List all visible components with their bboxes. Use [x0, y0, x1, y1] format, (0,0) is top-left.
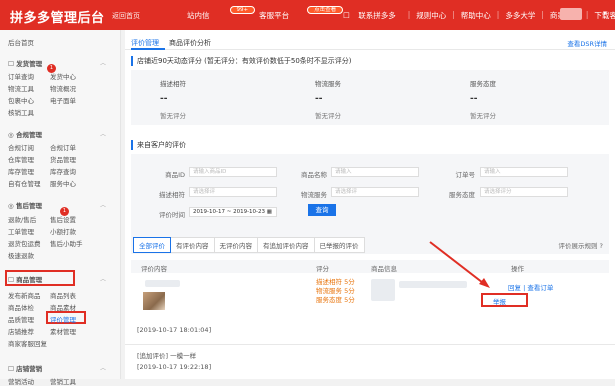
sidebar-item[interactable]: 合规订阅	[8, 142, 34, 152]
filter-all[interactable]: 全部评价	[133, 237, 171, 253]
chevron-down-icon[interactable]: ▾	[603, 9, 607, 17]
sidebar-item[interactable]: 物流概况	[50, 83, 76, 93]
sidebar-item[interactable]: 商品列表	[50, 290, 76, 300]
sidebar-section-shop[interactable]: ☐ 店铺营销	[8, 363, 42, 373]
nav-rules[interactable]: 规则中心	[410, 10, 452, 21]
sidebar-item[interactable]: 商家客服回复	[8, 338, 47, 348]
back-home-link[interactable]: 返回首页	[112, 11, 140, 21]
nav-contact[interactable]: ☐ 联系拼多多	[337, 10, 408, 21]
sidebar-item[interactable]: 售后小助手	[50, 238, 83, 248]
nav-help[interactable]: 帮助中心	[455, 10, 497, 21]
sidebar-item[interactable]: 自有仓管理	[8, 178, 41, 188]
sidebar-item[interactable]: 营销工具	[50, 376, 76, 386]
sidebar-item[interactable]: 合规订单	[50, 142, 76, 152]
sidebar-item[interactable]: 发布新商品	[8, 290, 41, 300]
nav-messages[interactable]: 站内信99+	[175, 6, 256, 21]
append-time: [2019-10-17 19:22:18]	[137, 363, 212, 371]
nav-download[interactable]: 下载客户端	[588, 10, 615, 21]
nav-university[interactable]: 多多大学	[499, 10, 541, 21]
top-bar: 拼多多管理后台 返回首页 站内信99+ 客服平台点击查看 ☐ 联系拼多多 | 规…	[0, 0, 615, 30]
sidebar-item[interactable]: 品质管理	[8, 314, 34, 324]
chevron-up-icon[interactable]: ︿	[100, 200, 106, 209]
sidebar-item[interactable]: 库存管理	[8, 166, 34, 176]
sidebar-item[interactable]: 售后设置	[50, 214, 76, 224]
sidebar-section-ship[interactable]: ☐ 发货管理	[8, 58, 42, 68]
chevron-up-icon[interactable]: ︿	[100, 274, 106, 283]
sidebar-item[interactable]: 物流工具	[8, 83, 34, 93]
sidebar-item[interactable]: 工单管理	[8, 226, 34, 236]
sidebar-item[interactable]: 订单查询	[8, 71, 34, 81]
brand-logo[interactable]: 拼多多管理后台	[10, 7, 105, 26]
sidebar-section-goods[interactable]: ☐ 商品管理	[8, 274, 42, 284]
sidebar-item-home[interactable]: 后台首页	[8, 37, 34, 47]
sidebar-section-after[interactable]: ◎ 售后管理	[8, 200, 42, 210]
nav-customer-service[interactable]: 客服平台点击查看	[247, 6, 344, 21]
annotation-arrow-icon	[429, 241, 490, 288]
sidebar-item[interactable]: 商品体检	[8, 302, 34, 312]
sidebar-item[interactable]: 仓库管理	[8, 154, 34, 164]
sidebar-item[interactable]: 小额打款	[50, 226, 76, 236]
sidebar-item[interactable]: 电子面单	[50, 95, 76, 105]
sidebar-item[interactable]: 包裹中心	[8, 95, 34, 105]
sidebar-item[interactable]: 服务中心	[50, 178, 76, 188]
sidebar-item[interactable]: 极速退款	[8, 250, 34, 260]
sidebar-item[interactable]: 核销工具	[8, 107, 34, 117]
sidebar-item[interactable]: 货品管理	[50, 154, 76, 164]
append-review: [追加评价] 一模一样	[137, 352, 197, 360]
top-nav: 站内信99+ 客服平台点击查看 ☐ 联系拼多多 | 规则中心 | 帮助中心 | …	[175, 6, 615, 21]
chevron-up-icon[interactable]: ︿	[100, 363, 106, 372]
sidebar-item[interactable]: 素材管理	[50, 326, 76, 336]
sidebar-section-contract[interactable]: ◎ 合规管理	[8, 129, 42, 139]
sidebar-item[interactable]: 库存查询	[50, 166, 76, 176]
sidebar-item-review[interactable]: 评价管理	[50, 314, 76, 324]
chevron-up-icon[interactable]: ︿	[100, 58, 106, 67]
sidebar-item[interactable]: 退货包运费	[8, 238, 41, 248]
main-panel: 评价管理 商品评价分析 查看DSR详情 店铺近90天动态评分 (暂无评分：有效评…	[125, 30, 615, 379]
sidebar-item[interactable]: 发货中心	[50, 71, 76, 81]
chevron-up-icon[interactable]: ︿	[100, 129, 106, 138]
sidebar-item[interactable]: 店铺推荐	[8, 326, 34, 336]
sidebar-item[interactable]: 营销活动	[8, 376, 34, 386]
sidebar-item[interactable]: 退款/售后	[8, 214, 36, 224]
divider	[125, 344, 615, 345]
avatar[interactable]	[560, 8, 582, 20]
sidebar: 后台首页 ☐ 发货管理 1 ︿ 订单查询 发货中心 物流工具 物流概况 包裹中心…	[0, 30, 121, 386]
